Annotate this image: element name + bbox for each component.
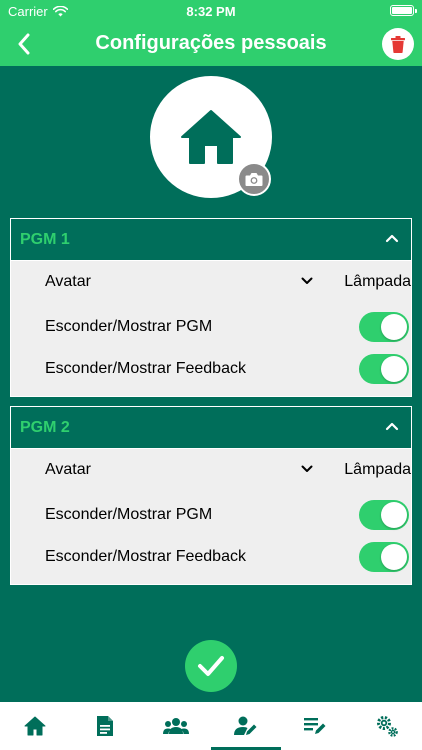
page-title: Configurações pessoais xyxy=(95,32,327,54)
avatar-row: Avatar Lâmpada xyxy=(11,261,411,303)
delete-button[interactable] xyxy=(382,28,414,60)
toggle-knob xyxy=(381,502,407,528)
tab-settings[interactable] xyxy=(352,702,422,750)
tab-list-edit[interactable] xyxy=(281,702,351,750)
home-icon xyxy=(24,716,46,736)
toggle-row: Esconder/Mostrar PGM xyxy=(11,306,411,348)
chevron-down-icon xyxy=(301,465,313,472)
chevron-up-icon xyxy=(385,234,399,243)
hide-show-feedback-toggle[interactable] xyxy=(359,354,409,384)
pgm-card: PGM 2 Avatar Lâmpada Esconder/Mostrar PG… xyxy=(10,406,412,585)
chevron-up-icon xyxy=(385,422,399,431)
toggle-knob xyxy=(381,544,407,570)
hide-show-pgm-toggle[interactable] xyxy=(359,312,409,342)
status-bar: Carrier 8:32 PM xyxy=(0,0,422,22)
card-bottom-padding xyxy=(11,578,411,584)
pgm-header[interactable]: PGM 2 xyxy=(11,407,411,449)
hide-show-pgm-toggle[interactable] xyxy=(359,500,409,530)
toggle-row: Esconder/Mostrar Feedback xyxy=(11,348,411,390)
users-icon xyxy=(162,718,189,734)
tab-user-settings[interactable] xyxy=(210,702,282,750)
card-bottom-padding xyxy=(11,390,411,396)
tab-home[interactable] xyxy=(0,702,70,750)
avatar-value: Lâmpada xyxy=(344,273,411,290)
pgm-card: PGM 1 Avatar Lâmpada Esconder/Mostrar PG… xyxy=(10,218,412,397)
avatar-select[interactable]: Lâmpada xyxy=(301,273,411,293)
status-time: 8:32 PM xyxy=(186,4,236,19)
user-edit-icon xyxy=(234,716,257,735)
home-icon xyxy=(181,110,241,164)
document-icon xyxy=(97,716,114,736)
change-photo-button[interactable] xyxy=(237,162,271,196)
camera-icon xyxy=(245,172,263,186)
toggle-row: Esconder/Mostrar PGM xyxy=(11,494,411,536)
avatar-select[interactable]: Lâmpada xyxy=(301,461,411,481)
tab-documents[interactable] xyxy=(70,702,140,750)
pgm-name: PGM 2 xyxy=(20,419,70,436)
pgm-name: PGM 1 xyxy=(20,231,70,248)
toggle-label: Esconder/Mostrar PGM xyxy=(45,506,213,523)
list-edit-icon xyxy=(304,718,326,734)
avatar-label: Avatar xyxy=(45,461,91,478)
hide-show-feedback-toggle[interactable] xyxy=(359,542,409,572)
toggle-knob xyxy=(381,356,407,382)
trash-icon xyxy=(391,35,405,53)
checkmark-icon xyxy=(198,656,224,676)
avatar-value: Lâmpada xyxy=(344,461,411,478)
battery-icon xyxy=(390,5,417,16)
toggle-knob xyxy=(381,314,407,340)
nav-bar: Configurações pessoais xyxy=(0,22,422,66)
tab-bar xyxy=(0,702,422,750)
gears-icon xyxy=(376,716,398,737)
avatar xyxy=(150,76,272,198)
avatar-label: Avatar xyxy=(45,273,91,290)
toggle-label: Esconder/Mostrar PGM xyxy=(45,318,213,335)
toggle-row: Esconder/Mostrar Feedback xyxy=(11,536,411,578)
confirm-button[interactable] xyxy=(185,640,237,692)
chevron-down-icon xyxy=(301,277,313,284)
pgm-header[interactable]: PGM 1 xyxy=(11,219,411,261)
toggle-label: Esconder/Mostrar Feedback xyxy=(45,548,246,565)
avatar-row: Avatar Lâmpada xyxy=(11,449,411,491)
tab-users[interactable] xyxy=(141,702,211,750)
toggle-label: Esconder/Mostrar Feedback xyxy=(45,360,246,377)
